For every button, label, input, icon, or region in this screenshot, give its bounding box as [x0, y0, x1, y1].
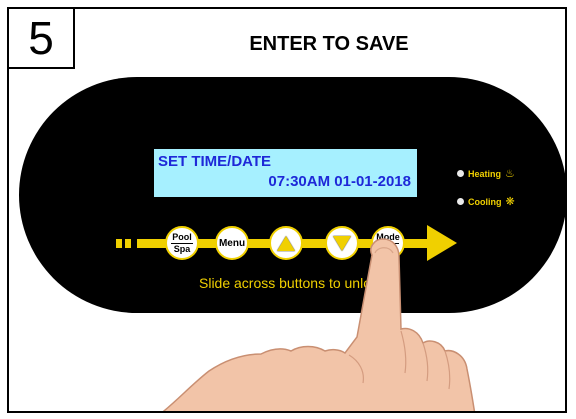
step-number: 5	[9, 9, 75, 69]
up-button[interactable]	[269, 226, 303, 260]
heating-led	[457, 170, 464, 177]
menu-button[interactable]: Menu	[215, 226, 249, 260]
lcd-display: SET TIME/DATE 07:30AM 01-01-2018	[154, 149, 417, 197]
triangle-up-icon	[277, 235, 295, 251]
pool-spa-button[interactable]: Pool Spa	[165, 226, 199, 260]
spa-label: Spa	[173, 243, 191, 254]
cooling-indicator: Cooling ❋	[457, 195, 515, 208]
mode-button[interactable]: Mode	[371, 226, 405, 260]
display-line-2: 07:30AM 01-01-2018	[268, 173, 411, 190]
cooling-label: Cooling	[468, 196, 502, 207]
flame-icon: ♨	[505, 168, 515, 180]
instruction-title: ENTER TO SAVE	[249, 33, 409, 55]
mode-blank	[387, 245, 390, 254]
control-panel: SET TIME/DATE 07:30AM 01-01-2018 Heating…	[19, 77, 565, 313]
down-button[interactable]	[325, 226, 359, 260]
display-line-1: SET TIME/DATE	[158, 153, 272, 170]
pool-label: Pool	[172, 231, 192, 242]
heating-label: Heating	[468, 168, 502, 179]
instruction-frame: 5 ENTER TO SAVE SET TIME/DATE 07:30AM 01…	[7, 7, 567, 413]
arrow-right-icon	[427, 225, 457, 261]
triangle-down-icon	[333, 235, 351, 251]
heating-indicator: Heating ♨	[457, 167, 515, 180]
snowflake-icon: ❋	[505, 196, 515, 208]
mode-label: Mode	[376, 231, 400, 242]
cooling-led	[457, 198, 464, 205]
menu-label: Menu	[218, 237, 246, 249]
slide-instruction: Slide across buttons to unlock	[199, 275, 385, 291]
